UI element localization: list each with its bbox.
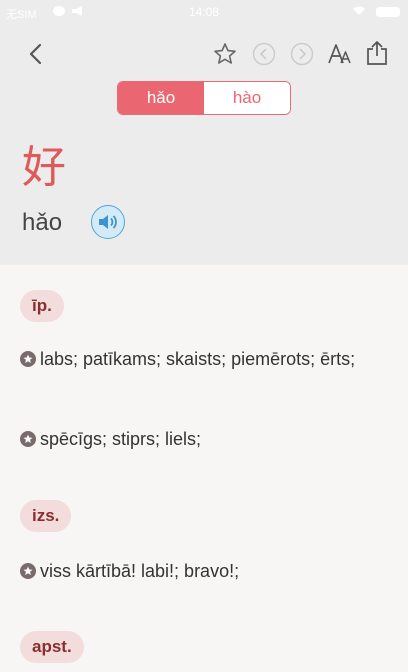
list-item: spēcīgs; stiprs; liels;: [20, 424, 388, 455]
star-bullet-icon: [20, 351, 36, 367]
tab-hao3[interactable]: hǎo: [118, 82, 204, 114]
pos-badge-adjective: īp.: [20, 290, 64, 322]
chevron-left-icon: [29, 43, 42, 65]
circle-arrow-right-icon: [290, 42, 314, 66]
meaning-text: labs; patīkams; skaists; piemērots; ērts…: [40, 349, 356, 369]
circle-arrow-left-icon: [252, 42, 276, 66]
list-item: viss kārtībā! labi!; bravo!;: [20, 556, 388, 587]
star-bullet-icon: [20, 431, 36, 447]
wifi-icon: [353, 6, 365, 15]
star-icon: [214, 43, 236, 64]
share-button[interactable]: [364, 38, 390, 68]
battery-icon: [376, 7, 400, 17]
headword-character: 好: [22, 142, 66, 193]
share-icon: [367, 41, 387, 65]
font-size-icon: [328, 44, 351, 64]
speaker-icon: [99, 215, 117, 229]
next-word-button[interactable]: [289, 41, 315, 67]
list-item: labs; patīkams; skaists; piemērots; ērts…: [20, 344, 388, 375]
tone-tabs: hǎo hào: [117, 81, 291, 115]
pos-badge-interjection: izs.: [20, 500, 72, 532]
meaning-text: viss kārtībā! labi!; bravo!;: [40, 561, 240, 581]
meaning-text: spēcīgs; stiprs; liels;: [40, 429, 202, 449]
status-bar: 无SIM 14:08: [0, 0, 408, 26]
previous-word-button[interactable]: [251, 41, 277, 67]
back-button[interactable]: [22, 40, 48, 68]
star-bullet-icon: [20, 563, 36, 579]
favorite-button[interactable]: [211, 40, 239, 68]
pos-badge-adverb: apst.: [20, 631, 84, 663]
headword-pinyin: hǎo: [22, 209, 63, 236]
play-audio-button[interactable]: [91, 205, 125, 239]
font-size-button[interactable]: [326, 40, 354, 68]
clock: 14:08: [188, 5, 220, 19]
tab-hao4[interactable]: hào: [204, 82, 290, 114]
